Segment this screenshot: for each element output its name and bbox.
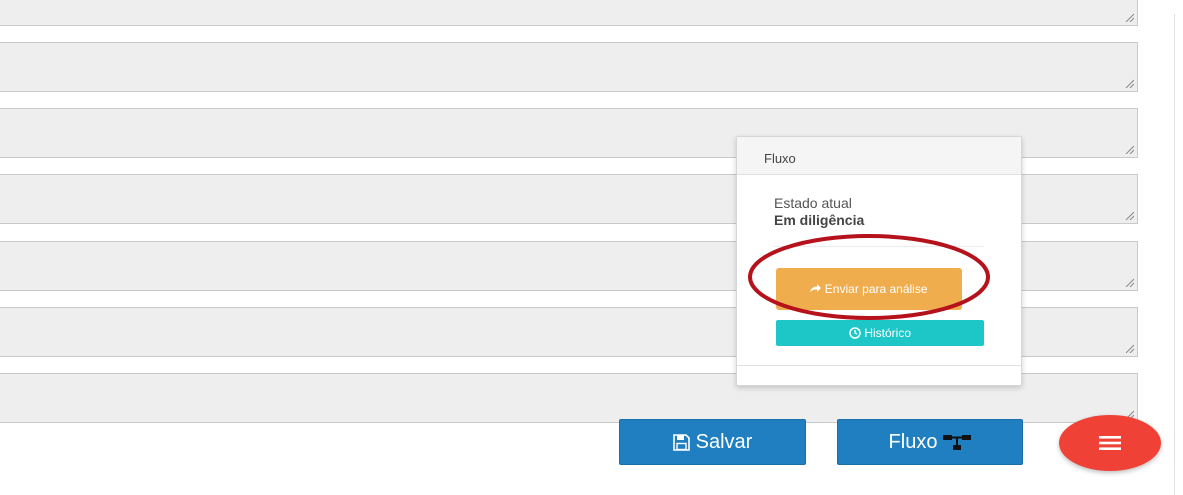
textarea-field-1[interactable] — [0, 0, 1138, 26]
flow-panel-body: Estado atual Em diligência Enviar para a… — [737, 175, 1021, 365]
resize-grip-icon[interactable] — [1124, 277, 1134, 287]
panel-footer-divider — [737, 365, 1021, 366]
resize-grip-icon[interactable] — [1124, 210, 1134, 220]
textarea-field-2[interactable] — [0, 42, 1138, 92]
floppy-disk-icon — [672, 433, 690, 451]
send-for-analysis-button[interactable]: Enviar para análise — [776, 268, 962, 310]
flow-network-icon — [943, 433, 972, 451]
resize-grip-icon[interactable] — [1124, 343, 1134, 353]
resize-grip-icon[interactable] — [1124, 144, 1134, 154]
page-divider — [1174, 14, 1175, 495]
clock-icon — [849, 327, 861, 339]
divider — [774, 246, 984, 247]
save-label: Salvar — [695, 430, 753, 453]
hamburger-menu-icon — [1099, 436, 1121, 450]
history-label: Histórico — [864, 326, 912, 340]
flow-label: Fluxo — [888, 430, 938, 453]
flow-panel: Fluxo Estado atual Em diligência Enviar … — [736, 136, 1022, 386]
current-state-label: Estado atual — [774, 195, 852, 211]
flow-button[interactable]: Fluxo — [837, 419, 1023, 465]
history-button[interactable]: Histórico — [776, 320, 984, 346]
resize-grip-icon[interactable] — [1124, 78, 1134, 88]
menu-fab-button[interactable] — [1059, 415, 1161, 471]
share-arrow-icon — [810, 284, 822, 293]
flow-panel-title: Fluxo — [737, 137, 1021, 175]
send-for-analysis-label: Enviar para análise — [824, 282, 928, 296]
resize-grip-icon[interactable] — [1124, 12, 1134, 22]
current-state-value: Em diligência — [774, 212, 865, 228]
save-button[interactable]: Salvar — [619, 419, 806, 465]
